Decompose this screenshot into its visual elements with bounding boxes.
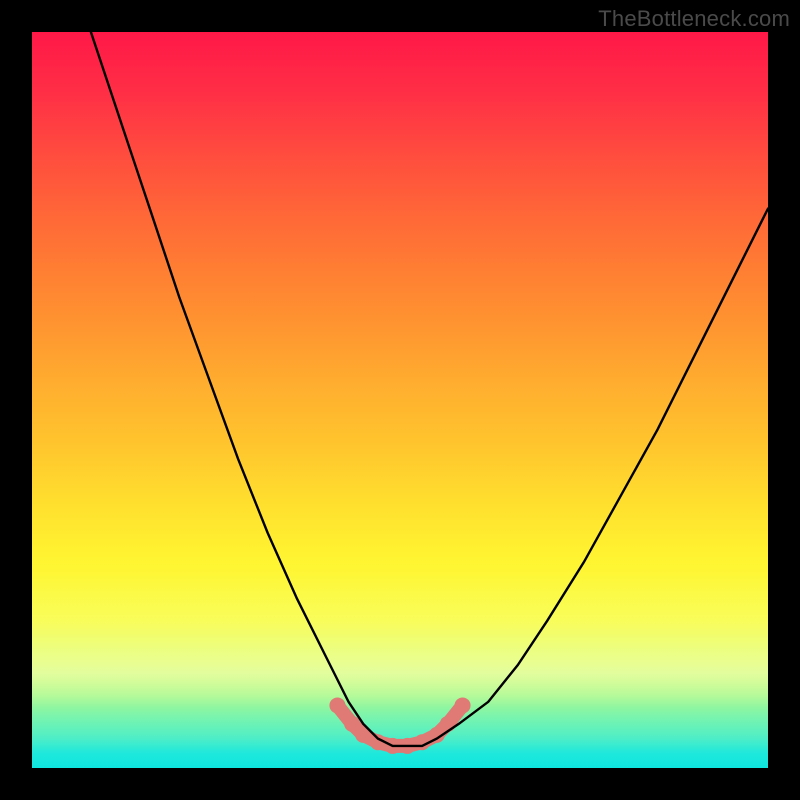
curve-layer — [32, 32, 768, 768]
marker-point — [329, 697, 345, 713]
watermark-text: TheBottleneck.com — [598, 6, 790, 32]
bottleneck-curve — [91, 32, 768, 746]
plot-area — [32, 32, 768, 768]
marker-point — [440, 716, 456, 732]
marker-point — [455, 697, 471, 713]
chart-frame: TheBottleneck.com — [0, 0, 800, 800]
